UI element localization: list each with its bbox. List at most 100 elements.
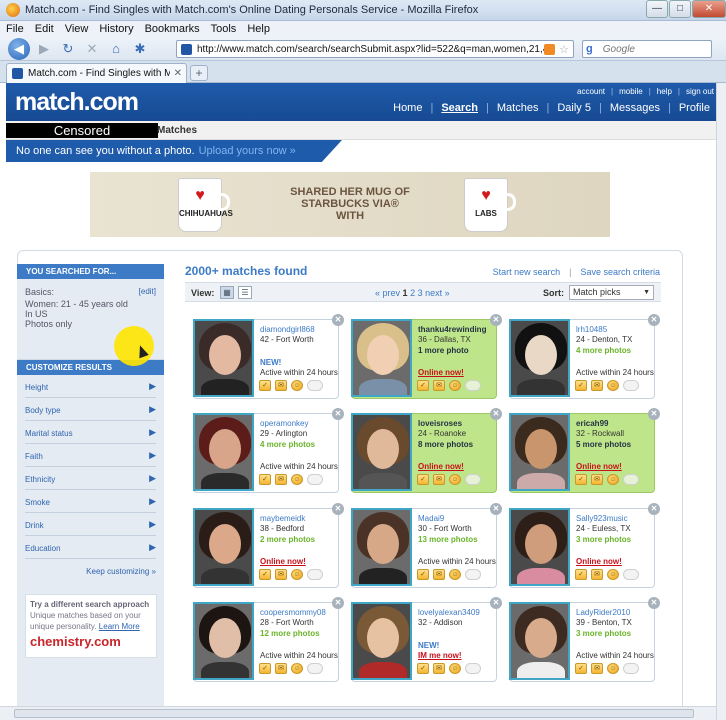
- online-status-link[interactable]: Online now!: [260, 557, 306, 566]
- profile-photo[interactable]: [509, 508, 570, 586]
- upload-photo-link[interactable]: Upload yours now »: [199, 145, 296, 157]
- im-bubble-icon[interactable]: [307, 663, 323, 674]
- dismiss-icon[interactable]: ✕: [490, 597, 502, 609]
- username-link[interactable]: LadyRider2010: [576, 608, 630, 617]
- dismiss-icon[interactable]: ✕: [648, 408, 660, 420]
- wink-icon[interactable]: ☺: [291, 569, 303, 580]
- grid-view-icon[interactable]: ▦: [220, 286, 234, 299]
- ad-banner[interactable]: ♥ CHIHUAHUAS SHARED HER MUG OF STARBUCKS…: [90, 172, 610, 237]
- email-icon[interactable]: ✉: [591, 474, 603, 485]
- match-card[interactable]: ✕ lrh10485 24 - Denton, TX 4 more photos Act…: [509, 314, 660, 399]
- favorite-icon[interactable]: ✓: [575, 569, 587, 580]
- match-card[interactable]: ✕ thanku4rewinding 36 - Dallas, TX 1 more p…: [351, 314, 502, 399]
- wink-icon[interactable]: ☺: [291, 663, 303, 674]
- search-input[interactable]: [602, 43, 683, 55]
- more-photos-link[interactable]: 2 more photos: [260, 535, 315, 544]
- wink-icon[interactable]: ☺: [607, 474, 619, 485]
- bookmark-star-icon[interactable]: ☆: [559, 43, 569, 56]
- email-icon[interactable]: ✉: [275, 474, 287, 485]
- next-page-link[interactable]: next »: [425, 288, 450, 298]
- favorite-icon[interactable]: ✓: [259, 663, 271, 674]
- im-bubble-icon[interactable]: [465, 569, 481, 580]
- username-link[interactable]: thanku4rewinding: [418, 325, 486, 334]
- username-link[interactable]: maybemeidk: [260, 514, 305, 523]
- favorite-icon[interactable]: ✓: [417, 663, 429, 674]
- dismiss-icon[interactable]: ✕: [648, 597, 660, 609]
- keep-customizing-link[interactable]: Keep customizing »: [86, 567, 156, 576]
- maximize-button[interactable]: □: [669, 0, 691, 18]
- more-photos-link[interactable]: 4 more photos: [260, 440, 315, 449]
- nav-messages[interactable]: Messages: [602, 102, 668, 114]
- back-icon[interactable]: ◀: [8, 37, 30, 60]
- more-photos-link[interactable]: 12 more photos: [260, 629, 320, 638]
- home-icon[interactable]: ⌂: [106, 39, 126, 59]
- email-icon[interactable]: ✉: [433, 474, 445, 485]
- online-status-link[interactable]: Online now!: [418, 368, 464, 377]
- email-icon[interactable]: ✉: [433, 663, 445, 674]
- wink-icon[interactable]: ☺: [449, 663, 461, 674]
- more-photos-link[interactable]: 8 more photos: [418, 440, 473, 449]
- email-icon[interactable]: ✉: [433, 380, 445, 391]
- addon-icon[interactable]: ✱: [130, 39, 150, 59]
- favorite-icon[interactable]: ✓: [417, 380, 429, 391]
- profile-photo[interactable]: [351, 319, 412, 397]
- filter-faith[interactable]: Faith ▶: [25, 444, 156, 467]
- email-icon[interactable]: ✉: [275, 380, 287, 391]
- im-bubble-icon[interactable]: [307, 474, 323, 485]
- im-bubble-icon[interactable]: [465, 380, 481, 391]
- menu-bookmarks[interactable]: Bookmarks: [145, 23, 200, 35]
- im-bubble-icon[interactable]: [465, 663, 481, 674]
- page-2-link[interactable]: 2: [410, 288, 415, 298]
- match-logo[interactable]: match.com: [15, 88, 139, 117]
- im-bubble-icon[interactable]: [465, 474, 481, 485]
- filter-ethnicity[interactable]: Ethnicity ▶: [25, 467, 156, 490]
- match-card[interactable]: ✕ lovelyalexan3409 32 - Addison NEW! IM me n…: [351, 597, 502, 682]
- address-bar[interactable]: http://www.match.com/search/searchSubmit…: [176, 40, 574, 58]
- dismiss-icon[interactable]: ✕: [490, 314, 502, 326]
- wink-icon[interactable]: ☺: [607, 569, 619, 580]
- filter-body-type[interactable]: Body type ▶: [25, 398, 156, 421]
- username-link[interactable]: ericah99: [576, 419, 608, 428]
- wink-icon[interactable]: ☺: [291, 474, 303, 485]
- wink-icon[interactable]: ☺: [607, 380, 619, 391]
- im-bubble-icon[interactable]: [623, 380, 639, 391]
- email-icon[interactable]: ✉: [275, 663, 287, 674]
- learn-more-link[interactable]: Learn More: [99, 622, 140, 631]
- profile-photo[interactable]: [351, 602, 412, 680]
- email-icon[interactable]: ✉: [591, 569, 603, 580]
- filter-drink[interactable]: Drink ▶: [25, 513, 156, 536]
- save-search-link[interactable]: Save search criteria: [580, 267, 660, 277]
- wink-icon[interactable]: ☺: [449, 569, 461, 580]
- wink-icon[interactable]: ☺: [291, 380, 303, 391]
- online-status-link[interactable]: Online now!: [576, 557, 622, 566]
- horizontal-scrollbar[interactable]: [0, 706, 716, 720]
- dismiss-icon[interactable]: ✕: [490, 408, 502, 420]
- profile-photo[interactable]: [193, 319, 254, 397]
- dismiss-icon[interactable]: ✕: [332, 408, 344, 420]
- email-icon[interactable]: ✉: [591, 380, 603, 391]
- more-photos-link[interactable]: 13 more photos: [418, 535, 478, 544]
- match-card[interactable]: ✕ maybemeidk 38 - Bedford 2 more photos Onli…: [193, 503, 344, 588]
- match-card[interactable]: ✕ loveisroses 24 - Roanoke 8 more photos Onl…: [351, 408, 502, 493]
- menu-tools[interactable]: Tools: [211, 23, 237, 35]
- dismiss-icon[interactable]: ✕: [332, 314, 344, 326]
- favorite-icon[interactable]: ✓: [259, 569, 271, 580]
- match-card[interactable]: ✕ Sally923music 24 - Euless, TX 3 more phot…: [509, 503, 660, 588]
- nav-daily5[interactable]: Daily 5: [549, 102, 599, 114]
- wink-icon[interactable]: ☺: [607, 663, 619, 674]
- more-photos-link[interactable]: 1 more photo: [418, 346, 469, 355]
- sort-select[interactable]: Match picks ▼: [569, 285, 654, 300]
- username-link[interactable]: diamondgirl868: [260, 325, 315, 334]
- stop-icon[interactable]: ✕: [82, 39, 102, 59]
- vertical-scrollbar[interactable]: [716, 83, 726, 720]
- match-card[interactable]: ✕ ericah99 32 - Rockwall 5 more photos Onlin…: [509, 408, 660, 493]
- link-account[interactable]: account: [577, 87, 605, 96]
- favorite-icon[interactable]: ✓: [575, 663, 587, 674]
- filter-smoke[interactable]: Smoke ▶: [25, 490, 156, 513]
- dismiss-icon[interactable]: ✕: [332, 503, 344, 515]
- online-status-link[interactable]: Online now!: [576, 462, 622, 471]
- close-tab-icon[interactable]: ✕: [174, 68, 182, 79]
- scroll-thumb[interactable]: [14, 709, 694, 718]
- username-link[interactable]: Madai9: [418, 514, 444, 523]
- favorite-icon[interactable]: ✓: [575, 474, 587, 485]
